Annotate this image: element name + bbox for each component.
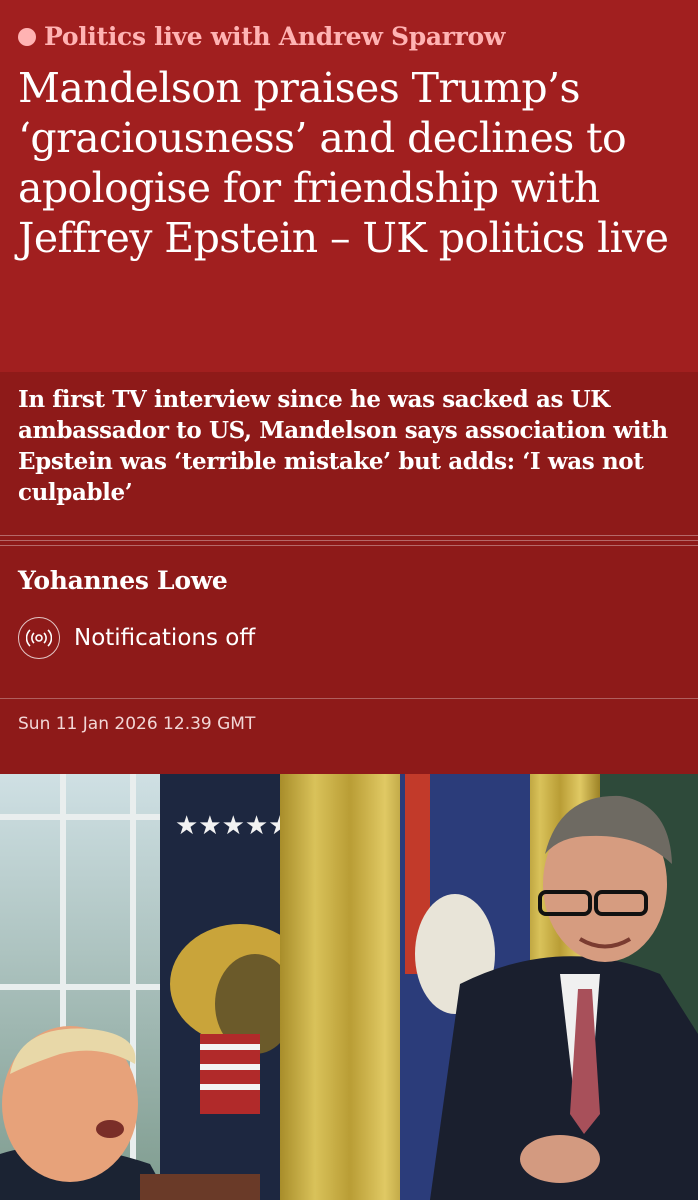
svg-text:★★★★★: ★★★★★	[175, 811, 292, 841]
notifications-label: Notifications off	[74, 625, 256, 651]
notifications-toggle[interactable]: Notifications off	[18, 617, 680, 659]
broadcast-icon	[18, 617, 60, 659]
standfirst-section: In first TV interview since he was sacke…	[0, 372, 698, 530]
divider-line	[0, 545, 698, 546]
article-page: Politics live with Andrew Sparrow Mandel…	[0, 0, 698, 1200]
section-divider	[0, 530, 698, 552]
divider-line	[0, 540, 698, 541]
article-meta: Yohannes Lowe Notifications off Sun 11 J…	[0, 552, 698, 774]
headline: Mandelson praises Trump’s ‘graciousness’…	[18, 64, 669, 262]
kicker-label: Politics live with Andrew Sparrow	[44, 22, 506, 51]
lead-photo: ★★★★★	[0, 774, 698, 1200]
meta-divider	[0, 698, 698, 699]
live-dot-icon	[18, 27, 36, 46]
series-kicker[interactable]: Politics live with Andrew Sparrow	[18, 22, 680, 51]
article-header: Politics live with Andrew Sparrow Mandel…	[0, 0, 698, 372]
divider-line	[0, 535, 698, 536]
lead-photo-illustration: ★★★★★	[0, 774, 698, 1200]
byline[interactable]: Yohannes Lowe	[18, 566, 680, 595]
standfirst: In first TV interview since he was sacke…	[18, 386, 668, 506]
dateline: Sun 11 Jan 2026 12.39 GMT	[18, 714, 256, 734]
